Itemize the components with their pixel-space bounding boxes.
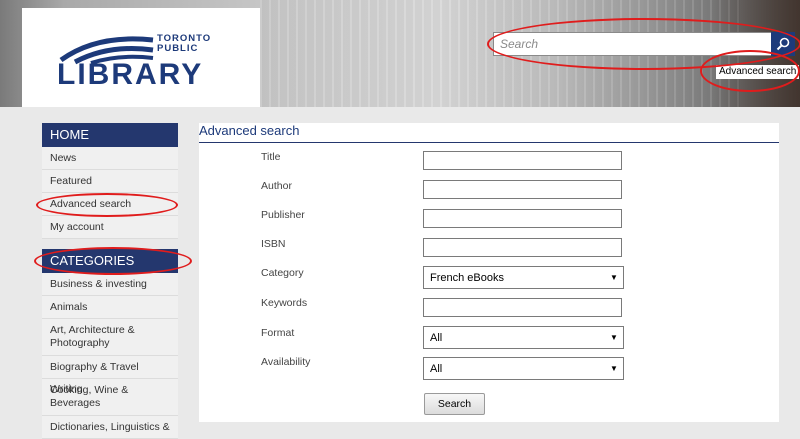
author-field[interactable] — [423, 180, 622, 199]
keywords-label: Keywords — [261, 297, 308, 309]
sidebar-item-news[interactable]: News — [42, 147, 178, 170]
page-title: Advanced search — [199, 123, 300, 138]
sidebar: HOME News Featured Advanced search My ac… — [42, 123, 178, 439]
search-submit-button[interactable]: Search — [424, 393, 485, 415]
format-selected-value: All — [430, 331, 443, 344]
category-item-art[interactable]: Art, Architecture & Photography — [42, 319, 178, 356]
home-nav-list: News Featured Advanced search My account — [42, 147, 178, 239]
chevron-down-icon: ▼ — [610, 364, 618, 373]
logo-panel[interactable]: TORONTO PUBLIC LIBRARY — [22, 8, 260, 107]
category-item-biography[interactable]: Biography & Travel Writing — [42, 356, 178, 395]
publisher-field[interactable] — [423, 209, 622, 228]
category-selected-value: French eBooks — [430, 271, 504, 284]
library-logo[interactable]: TORONTO PUBLIC LIBRARY — [57, 30, 227, 92]
categories-nav-list: Business & investing Animals Art, Archit… — [42, 273, 178, 439]
category-label: Category — [261, 267, 304, 279]
sidebar-item-featured[interactable]: Featured — [42, 170, 178, 193]
availability-select[interactable]: All ▼ — [423, 357, 624, 380]
logo-text-library: LIBRARY — [57, 58, 204, 91]
title-field[interactable] — [423, 151, 622, 170]
search-button[interactable] — [771, 32, 795, 56]
logo-text-public: PUBLIC — [157, 43, 199, 54]
advanced-search-panel: Advanced search Title Author Publisher I… — [199, 123, 779, 422]
title-divider — [199, 142, 779, 143]
isbn-label: ISBN — [261, 238, 286, 250]
advanced-search-link[interactable]: Advanced search — [716, 65, 800, 79]
publisher-label: Publisher — [261, 209, 305, 221]
title-label: Title — [261, 151, 281, 163]
availability-label: Availability — [261, 356, 311, 368]
sidebar-heading-categories[interactable]: CATEGORIES — [42, 249, 178, 273]
author-label: Author — [261, 180, 292, 192]
search-icon — [776, 37, 790, 51]
isbn-field[interactable] — [423, 238, 622, 257]
header-search — [493, 32, 796, 58]
sidebar-item-my-account[interactable]: My account — [42, 216, 178, 239]
chevron-down-icon: ▼ — [610, 333, 618, 342]
format-label: Format — [261, 327, 295, 339]
category-item-animals[interactable]: Animals — [42, 296, 178, 319]
category-item-business[interactable]: Business & investing — [42, 273, 178, 296]
chevron-down-icon: ▼ — [610, 273, 618, 282]
category-item-cooking[interactable]: Cooking, Wine & Beverages — [42, 379, 178, 416]
availability-selected-value: All — [430, 362, 443, 375]
keywords-field[interactable] — [423, 298, 622, 317]
search-input[interactable] — [493, 32, 773, 56]
category-item-dictionaries[interactable]: Dictionaries, Linguistics & — [42, 416, 178, 439]
sidebar-item-advanced-search[interactable]: Advanced search — [42, 193, 178, 216]
format-select[interactable]: All ▼ — [423, 326, 624, 349]
sidebar-heading-home[interactable]: HOME — [42, 123, 178, 147]
category-select[interactable]: French eBooks ▼ — [423, 266, 624, 289]
